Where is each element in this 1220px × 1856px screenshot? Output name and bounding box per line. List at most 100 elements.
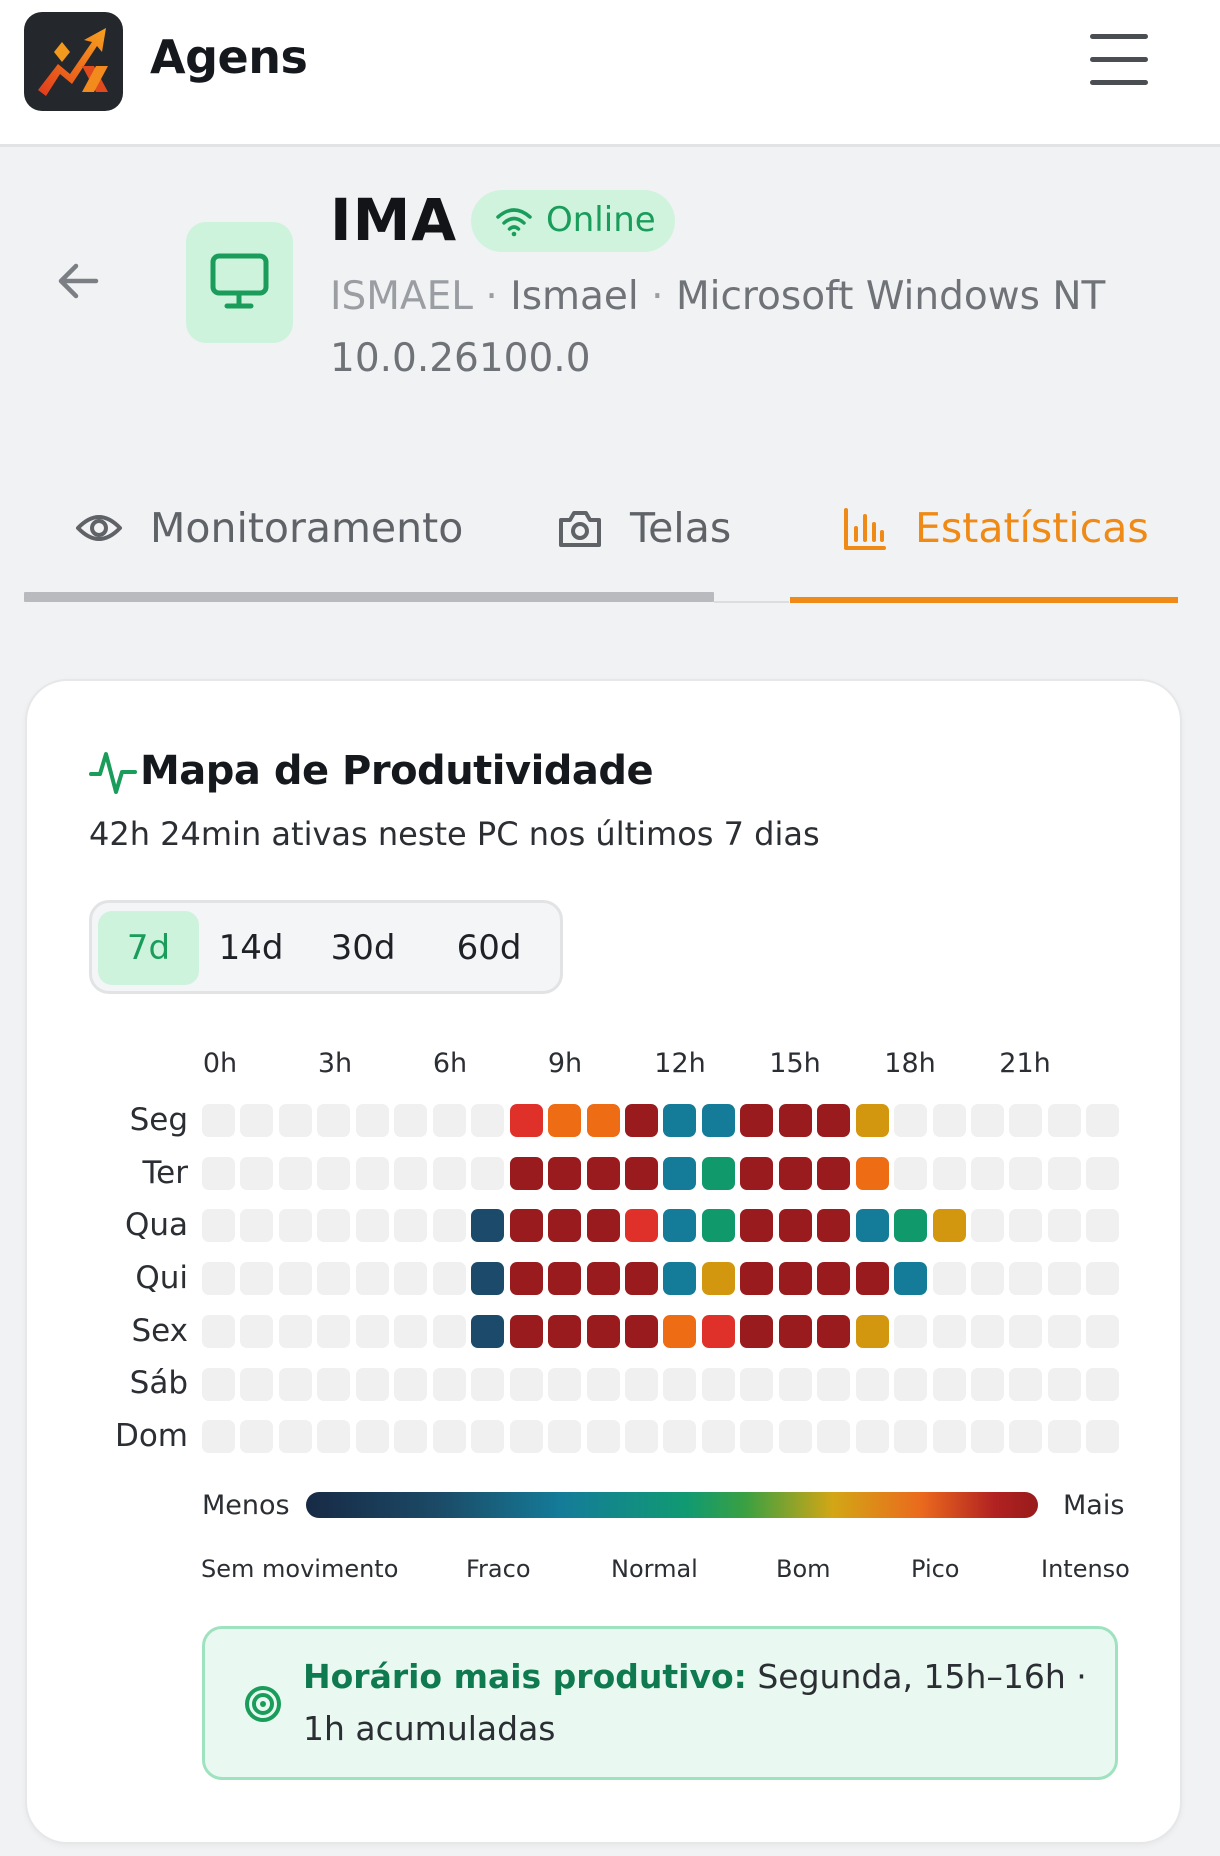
heatmap-cell[interactable]: [663, 1314, 697, 1348]
heatmap-cell[interactable]: [624, 1104, 658, 1137]
heatmap-cell[interactable]: [817, 1104, 851, 1137]
heatmap-cell[interactable]: [278, 1420, 312, 1454]
heatmap-cell[interactable]: [1086, 1420, 1120, 1454]
heatmap-cell[interactable]: [1009, 1367, 1043, 1401]
heatmap-cell[interactable]: [971, 1156, 1004, 1190]
heatmap-cell[interactable]: [817, 1420, 851, 1454]
heatmap-cell[interactable]: [202, 1420, 235, 1454]
heatmap-cell[interactable]: [548, 1104, 582, 1137]
heatmap-cell[interactable]: [355, 1104, 389, 1137]
heatmap-cell[interactable]: [817, 1156, 851, 1190]
heatmap-cell[interactable]: [855, 1156, 889, 1190]
heatmap-cell[interactable]: [740, 1367, 774, 1401]
heatmap-cell[interactable]: [471, 1262, 505, 1296]
heatmap-cell[interactable]: [932, 1209, 966, 1243]
heatmap-cell[interactable]: [317, 1367, 351, 1401]
heatmap-cell[interactable]: [548, 1314, 582, 1348]
heatmap-cell[interactable]: [894, 1314, 928, 1348]
heatmap-cell[interactable]: [355, 1314, 389, 1348]
heatmap-cell[interactable]: [586, 1314, 620, 1348]
heatmap-cell[interactable]: [240, 1104, 274, 1137]
heatmap-cell[interactable]: [202, 1209, 235, 1243]
heatmap-cell[interactable]: [317, 1420, 351, 1454]
heatmap-cell[interactable]: [509, 1209, 543, 1243]
heatmap-cell[interactable]: [701, 1367, 735, 1401]
heatmap-cell[interactable]: [394, 1314, 428, 1348]
heatmap-cell[interactable]: [740, 1104, 774, 1137]
heatmap-cell[interactable]: [586, 1262, 620, 1296]
heatmap-cell[interactable]: [471, 1156, 505, 1190]
heatmap-cell[interactable]: [701, 1156, 735, 1190]
heatmap-cell[interactable]: [240, 1367, 274, 1401]
heatmap-cell[interactable]: [509, 1262, 543, 1296]
heatmap-cell[interactable]: [202, 1104, 235, 1137]
heatmap-cell[interactable]: [932, 1104, 966, 1137]
range-30d-button[interactable]: 30d: [313, 911, 413, 985]
tab-telas[interactable]: Telas: [556, 500, 756, 560]
tab-estatisticas[interactable]: Estatísticas: [842, 500, 1182, 560]
heatmap-cell[interactable]: [971, 1367, 1004, 1401]
heatmap-cell[interactable]: [855, 1420, 889, 1454]
heatmap-cell[interactable]: [278, 1314, 312, 1348]
heatmap-cell[interactable]: [586, 1156, 620, 1190]
heatmap-cell[interactable]: [855, 1104, 889, 1137]
heatmap-cell[interactable]: [1009, 1156, 1043, 1190]
heatmap-cell[interactable]: [278, 1209, 312, 1243]
heatmap-cell[interactable]: [548, 1367, 582, 1401]
heatmap-cell[interactable]: [317, 1262, 351, 1296]
heatmap-cell[interactable]: [855, 1262, 889, 1296]
heatmap-cell[interactable]: [548, 1156, 582, 1190]
heatmap-cell[interactable]: [471, 1367, 505, 1401]
heatmap-cell[interactable]: [894, 1209, 928, 1243]
heatmap-cell[interactable]: [894, 1262, 928, 1296]
heatmap-cell[interactable]: [355, 1367, 389, 1401]
heatmap-cell[interactable]: [202, 1262, 235, 1296]
range-14d-button[interactable]: 14d: [206, 911, 296, 985]
heatmap-cell[interactable]: [394, 1156, 428, 1190]
heatmap-cell[interactable]: [202, 1367, 235, 1401]
heatmap-cell[interactable]: [817, 1314, 851, 1348]
heatmap-cell[interactable]: [317, 1314, 351, 1348]
heatmap-cell[interactable]: [932, 1420, 966, 1454]
heatmap-cell[interactable]: [817, 1367, 851, 1401]
heatmap-cell[interactable]: [202, 1156, 235, 1190]
heatmap-cell[interactable]: [471, 1209, 505, 1243]
heatmap-cell[interactable]: [586, 1420, 620, 1454]
back-arrow-icon[interactable]: [52, 255, 104, 307]
heatmap-cell[interactable]: [278, 1262, 312, 1296]
heatmap-cell[interactable]: [240, 1156, 274, 1190]
heatmap-cell[interactable]: [586, 1367, 620, 1401]
heatmap-cell[interactable]: [548, 1420, 582, 1454]
heatmap-cell[interactable]: [701, 1209, 735, 1243]
heatmap-cell[interactable]: [1047, 1262, 1081, 1296]
heatmap-cell[interactable]: [548, 1262, 582, 1296]
heatmap-cell[interactable]: [240, 1262, 274, 1296]
heatmap-cell[interactable]: [1047, 1104, 1081, 1137]
tab-monitoramento[interactable]: Monitoramento: [75, 500, 463, 560]
heatmap-cell[interactable]: [509, 1156, 543, 1190]
heatmap-cell[interactable]: [432, 1156, 466, 1190]
heatmap-cell[interactable]: [1009, 1262, 1043, 1296]
heatmap-cell[interactable]: [1009, 1420, 1043, 1454]
heatmap-cell[interactable]: [432, 1209, 466, 1243]
hamburger-menu-icon[interactable]: [1090, 34, 1148, 86]
heatmap-cell[interactable]: [855, 1367, 889, 1401]
heatmap-cell[interactable]: [548, 1209, 582, 1243]
heatmap-cell[interactable]: [1047, 1156, 1081, 1190]
heatmap-cell[interactable]: [1047, 1367, 1081, 1401]
heatmap-cell[interactable]: [894, 1367, 928, 1401]
heatmap-cell[interactable]: [778, 1104, 812, 1137]
heatmap-cell[interactable]: [240, 1209, 274, 1243]
heatmap-cell[interactable]: [355, 1156, 389, 1190]
heatmap-cell[interactable]: [1009, 1314, 1043, 1348]
heatmap-cell[interactable]: [240, 1420, 274, 1454]
heatmap-cell[interactable]: [624, 1156, 658, 1190]
range-60d-button[interactable]: 60d: [432, 911, 546, 985]
heatmap-cell[interactable]: [778, 1420, 812, 1454]
heatmap-cell[interactable]: [432, 1314, 466, 1348]
heatmap-cell[interactable]: [778, 1209, 812, 1243]
heatmap-cell[interactable]: [394, 1104, 428, 1137]
heatmap-cell[interactable]: [624, 1262, 658, 1296]
heatmap-cell[interactable]: [1086, 1104, 1120, 1137]
heatmap-cell[interactable]: [778, 1314, 812, 1348]
